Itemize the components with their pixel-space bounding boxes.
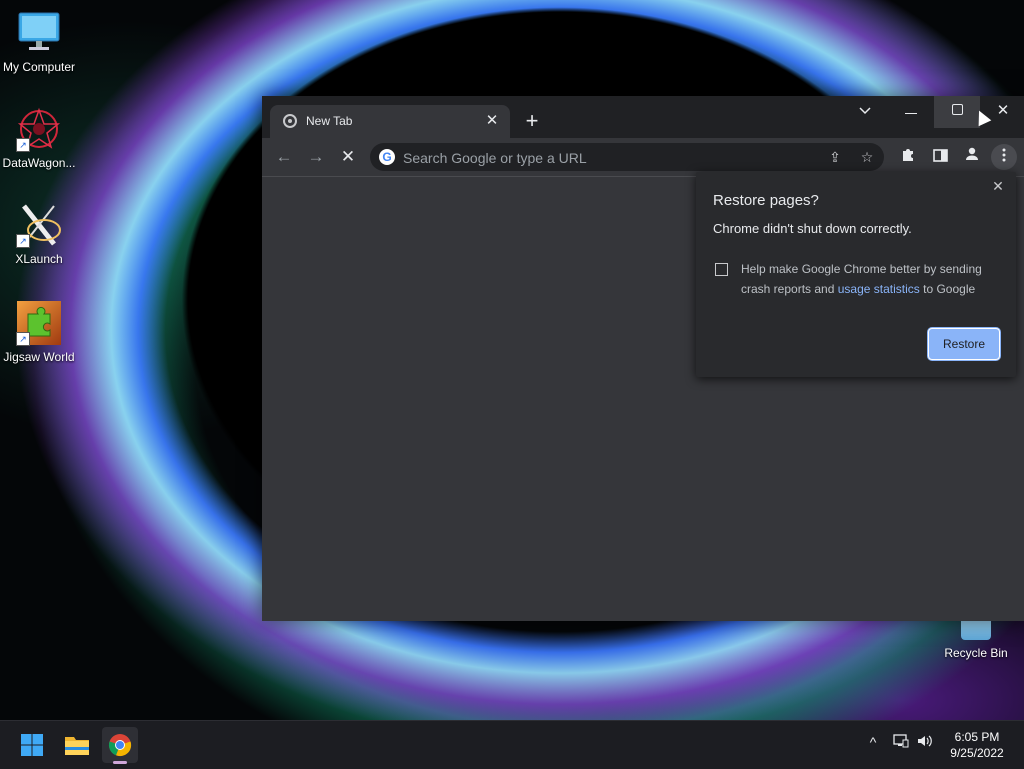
tab-new-tab[interactable]: New Tab ✕ bbox=[270, 105, 510, 138]
stop-icon: ✕ bbox=[340, 147, 356, 166]
shortcut-arrow-icon: ↗ bbox=[16, 234, 30, 248]
volume-icon[interactable] bbox=[916, 734, 936, 751]
file-explorer-button[interactable] bbox=[59, 727, 95, 763]
side-panel-button[interactable] bbox=[927, 144, 953, 170]
desktop-icon-xlaunch[interactable]: ↗ XLaunch bbox=[0, 202, 78, 266]
usage-statistics-link[interactable]: usage statistics bbox=[838, 282, 920, 296]
clock-time: 6:05 PM bbox=[954, 730, 1000, 744]
profile-icon bbox=[966, 147, 978, 160]
toolbar: ← → ✕ G Search Google or type a URL ⇪ ☆ bbox=[262, 138, 1024, 176]
minimize-button[interactable] bbox=[888, 96, 934, 128]
chrome-icon bbox=[108, 734, 132, 757]
dialog-close-icon[interactable]: ✕ bbox=[990, 178, 1006, 194]
forward-arrow-icon: → bbox=[307, 147, 325, 166]
desktop-icon-label: DataWagon... bbox=[2, 156, 76, 170]
folder-icon bbox=[65, 737, 89, 755]
omnibox[interactable]: G Search Google or type a URL ⇪ ☆ bbox=[370, 143, 884, 171]
shortcut-arrow-icon: ↗ bbox=[16, 332, 30, 346]
chrome-tab-favicon-icon bbox=[283, 114, 297, 128]
restore-button[interactable]: Restore bbox=[928, 328, 1000, 360]
desktop-icon-label: XLaunch bbox=[15, 252, 63, 266]
title-bar: New Tab ✕ + ✕ bbox=[262, 96, 1024, 138]
taskbar: ^ 6:05 PM 9/25/2022 bbox=[0, 720, 1024, 769]
kebab-menu-icon bbox=[1002, 148, 1006, 162]
dialog-title: Restore pages? bbox=[713, 192, 819, 209]
extensions-button[interactable] bbox=[895, 144, 921, 170]
desktop-icon-jigsaw-world[interactable]: ↗ Jigsaw World bbox=[0, 300, 78, 364]
usage-stats-label: Help make Google Chrome better by sendin… bbox=[741, 259, 1001, 299]
desktop-icon-datawagon[interactable]: ↗ DataWagon... bbox=[0, 106, 78, 170]
network-icon[interactable] bbox=[891, 734, 911, 751]
omnibox-placeholder: Search Google or type a URL bbox=[403, 150, 587, 166]
tab-title: New Tab bbox=[306, 114, 353, 128]
maximize-icon bbox=[951, 104, 963, 115]
desktop-icon-my-computer[interactable]: My Computer bbox=[0, 10, 78, 74]
xlaunch-icon: ↗ bbox=[16, 202, 62, 248]
restore-pages-dialog: Restore pages? ✕ Chrome didn't shut down… bbox=[696, 172, 1016, 377]
side-panel-icon bbox=[932, 149, 948, 162]
dialog-message: Chrome didn't shut down correctly. bbox=[713, 221, 912, 236]
tab-close-icon[interactable]: ✕ bbox=[482, 111, 502, 131]
clock-date: 9/25/2022 bbox=[950, 746, 1004, 760]
forward-button[interactable]: → bbox=[303, 144, 329, 170]
active-app-indicator bbox=[113, 761, 127, 764]
desktop-icon-label: Recycle Bin bbox=[944, 646, 1008, 660]
back-arrow-icon: ← bbox=[275, 147, 293, 166]
usage-stats-checkbox[interactable] bbox=[715, 263, 728, 276]
profile-button[interactable] bbox=[959, 144, 985, 170]
tab-search-button[interactable] bbox=[842, 96, 888, 128]
close-icon: ✕ bbox=[996, 102, 1010, 119]
shortcut-arrow-icon: ↗ bbox=[16, 138, 30, 152]
windows-logo-icon bbox=[21, 734, 43, 756]
bookmark-star-icon[interactable]: ☆ bbox=[857, 147, 877, 167]
desktop-icon-label: My Computer bbox=[2, 60, 76, 74]
stop-loading-button[interactable]: ✕ bbox=[335, 144, 361, 170]
menu-button[interactable] bbox=[991, 144, 1017, 170]
new-tab-button[interactable]: + bbox=[520, 110, 544, 134]
chevron-up-icon: ^ bbox=[869, 734, 877, 750]
chrome-taskbar-button[interactable] bbox=[102, 727, 138, 763]
computer-icon bbox=[16, 10, 62, 56]
puzzle-icon bbox=[903, 149, 913, 161]
usage-stats-text-end: to Google bbox=[923, 282, 976, 296]
google-g-icon: G bbox=[379, 149, 395, 165]
desktop-icon-label: Jigsaw World bbox=[3, 350, 75, 364]
jigsaw-world-icon: ↗ bbox=[16, 300, 62, 346]
show-hidden-icons-button[interactable]: ^ bbox=[863, 734, 883, 750]
datawagon-icon: ↗ bbox=[16, 106, 62, 152]
back-button[interactable]: ← bbox=[271, 144, 297, 170]
chevron-down-icon bbox=[859, 107, 871, 115]
share-icon[interactable]: ⇪ bbox=[825, 147, 845, 167]
start-button[interactable] bbox=[14, 727, 50, 763]
minimize-icon bbox=[905, 113, 917, 114]
system-clock[interactable]: 6:05 PM 9/25/2022 bbox=[942, 729, 1012, 761]
